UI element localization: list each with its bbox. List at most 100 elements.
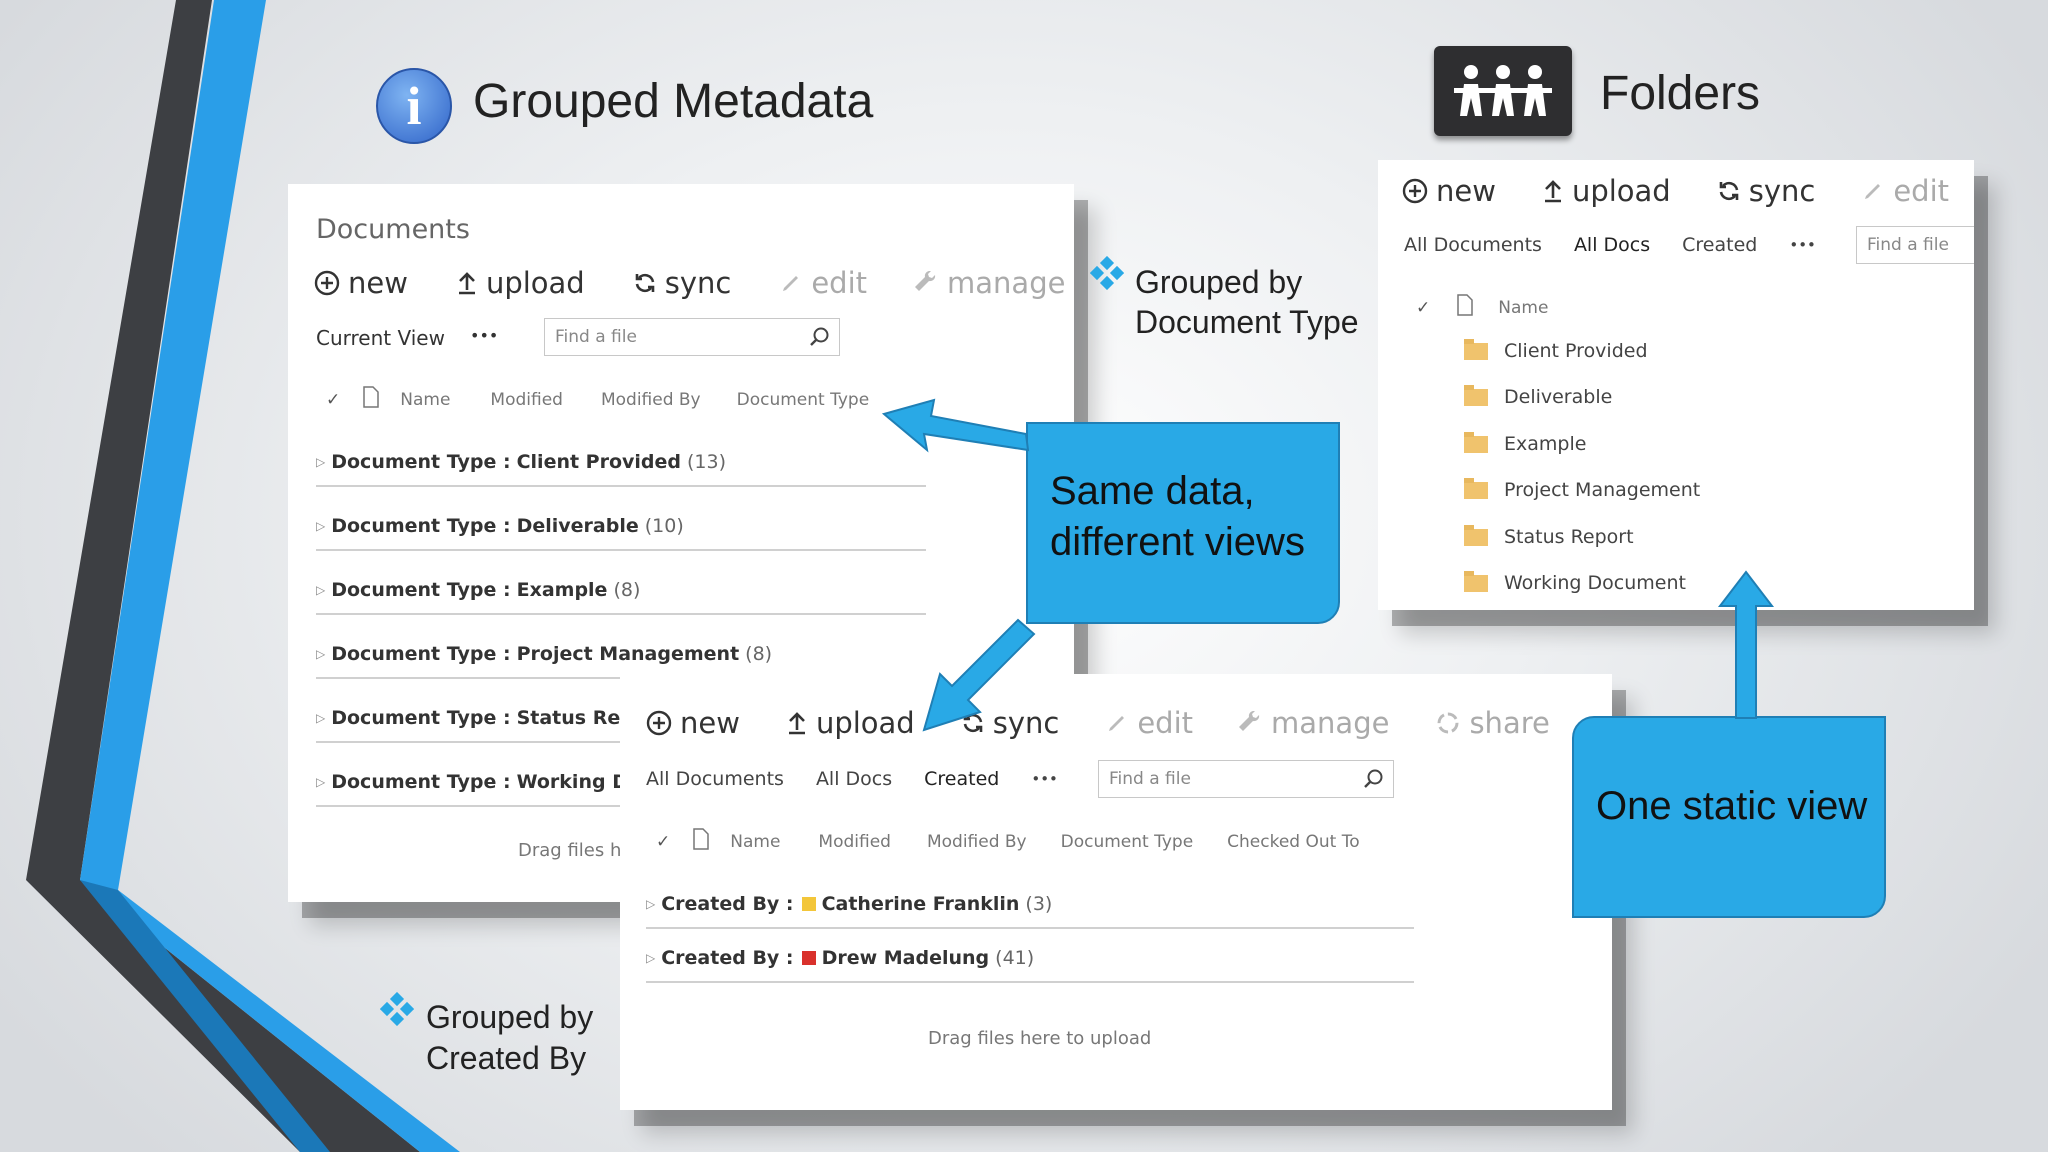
folder-item[interactable]: Example [1464, 431, 1586, 455]
pencil-icon [1861, 179, 1885, 203]
pencil-icon [1105, 711, 1129, 735]
callout-text: One static view [1596, 784, 1868, 828]
view-created[interactable]: Created [924, 768, 999, 790]
col-name[interactable]: Name [400, 390, 450, 410]
folder-name[interactable]: Project Management [1504, 479, 1700, 501]
upload-icon [786, 710, 808, 736]
select-all-check-icon[interactable]: ✓ [1416, 298, 1430, 318]
folder-name[interactable]: Deliverable [1504, 386, 1612, 408]
find-a-file-search[interactable]: Find a file [544, 318, 840, 356]
view-all-docs[interactable]: All Docs [816, 768, 892, 790]
folder-name[interactable]: Working Document [1504, 572, 1686, 594]
col-modified[interactable]: Modified [818, 832, 891, 852]
expand-triangle-icon[interactable]: ▷ [316, 647, 325, 661]
group-value: Drew Madelung [821, 946, 990, 969]
share-button[interactable]: share [1435, 706, 1550, 740]
group-value: Client Provided [516, 450, 682, 473]
magnifier-icon [1364, 769, 1383, 788]
select-all-check-icon[interactable]: ✓ [326, 390, 340, 410]
upload-label: upload [485, 266, 585, 300]
upload-icon [1542, 178, 1564, 204]
col-modified[interactable]: Modified [490, 390, 563, 410]
view-all-documents[interactable]: All Documents [1404, 234, 1542, 256]
folder-name[interactable]: Client Provided [1504, 340, 1648, 362]
more-views-ellipsis[interactable]: ••• [1789, 236, 1816, 254]
plus-circle-icon [1402, 178, 1428, 204]
current-view-link[interactable]: Current View [316, 326, 445, 350]
expand-triangle-icon[interactable]: ▷ [316, 775, 325, 789]
share-label: share [1469, 706, 1550, 740]
upload-button[interactable]: upload [1542, 174, 1671, 208]
edit-button[interactable]: edit [779, 266, 867, 300]
folder-icon [1464, 431, 1488, 453]
col-modified-by[interactable]: Modified By [601, 390, 701, 410]
magnifier-icon [810, 327, 829, 346]
col-modified-by[interactable]: Modified By [927, 832, 1027, 852]
more-views-ellipsis[interactable]: ••• [1031, 770, 1058, 788]
group-row[interactable]: ▷ Document Type : Example (8) [316, 566, 926, 615]
group-count: (13) [687, 450, 727, 473]
folder-name[interactable]: Example [1504, 433, 1586, 455]
pencil-icon [779, 271, 803, 295]
new-button[interactable]: new [646, 706, 740, 740]
info-icon: i [376, 68, 452, 144]
edit-button[interactable]: edit [1861, 174, 1949, 208]
find-a-file-search[interactable]: Find a file [1856, 226, 1974, 264]
callout-text: Same data, different views [1050, 469, 1305, 564]
find-a-file-search[interactable]: Find a file [1098, 760, 1394, 798]
new-button[interactable]: new [314, 266, 408, 300]
presence-icon [801, 896, 816, 911]
group-row[interactable]: ▷ Created By : Drew Madelung (41) [646, 934, 1414, 983]
folder-item[interactable]: Working Document [1464, 570, 1686, 594]
col-name[interactable]: Name [1498, 298, 1548, 318]
manage-label: manage [1271, 706, 1390, 740]
manage-button[interactable]: manage [915, 266, 1065, 300]
group-row[interactable]: ▷ Document Type : Deliverable (10) [316, 502, 926, 551]
select-all-check-icon[interactable]: ✓ [656, 832, 670, 852]
arrow-to-created-view [922, 618, 1036, 732]
view-switcher: All Documents All Docs Created ••• [646, 768, 1090, 790]
search-placeholder: Find a file [555, 327, 637, 347]
view-switcher: All Documents All Docs Created ••• [1404, 234, 1848, 256]
folder-item[interactable]: Project Management [1464, 477, 1700, 501]
sync-button[interactable]: sync [633, 266, 731, 300]
group-row[interactable]: ▷ Document Type : Client Provided (13) [316, 438, 926, 487]
edit-label: edit [1893, 174, 1950, 208]
column-headers: ✓ Name [1416, 294, 1548, 321]
view-all-docs[interactable]: All Docs [1574, 234, 1650, 256]
group-count: (8) [613, 578, 641, 601]
expand-triangle-icon[interactable]: ▷ [316, 711, 325, 725]
folder-item[interactable]: Deliverable [1464, 384, 1612, 408]
folder-icon [1464, 524, 1488, 546]
sync-button[interactable]: sync [1717, 174, 1815, 208]
new-button[interactable]: new [1402, 174, 1496, 208]
group-row[interactable]: ▷ Created By : Catherine Franklin (3) [646, 880, 1414, 929]
share-icon [1435, 710, 1461, 736]
group-row[interactable]: ▷ Document Type : Project Management (8) [316, 630, 926, 679]
drag-files-hint: Drag files he [518, 840, 633, 861]
col-checked-out-to[interactable]: Checked Out To [1227, 832, 1359, 852]
view-all-documents[interactable]: All Documents [646, 768, 784, 790]
folder-item[interactable]: Client Provided [1464, 338, 1648, 362]
manage-button[interactable]: manage [1239, 706, 1389, 740]
column-headers: ✓ Name Modified Modified By Document Typ… [656, 828, 1360, 855]
col-document-type[interactable]: Document Type [1061, 832, 1194, 852]
folder-name[interactable]: Status Report [1504, 526, 1634, 548]
folder-item[interactable]: Status Report [1464, 524, 1634, 548]
edit-button[interactable]: edit [1105, 706, 1193, 740]
expand-triangle-icon[interactable]: ▷ [316, 455, 325, 469]
expand-triangle-icon[interactable]: ▷ [646, 897, 655, 911]
expand-triangle-icon[interactable]: ▷ [646, 951, 655, 965]
plus-circle-icon [314, 270, 340, 296]
more-views-ellipsis[interactable]: ••• [470, 326, 498, 345]
upload-button[interactable]: upload [456, 266, 585, 300]
command-bar: new upload sync edit manage [314, 266, 1065, 300]
expand-triangle-icon[interactable]: ▷ [316, 583, 325, 597]
col-document-type[interactable]: Document Type [737, 390, 870, 410]
upload-button[interactable]: upload [786, 706, 915, 740]
new-label: new [348, 266, 408, 300]
view-created[interactable]: Created [1682, 234, 1757, 256]
group-count: (8) [745, 642, 773, 665]
col-name[interactable]: Name [730, 832, 780, 852]
expand-triangle-icon[interactable]: ▷ [316, 519, 325, 533]
